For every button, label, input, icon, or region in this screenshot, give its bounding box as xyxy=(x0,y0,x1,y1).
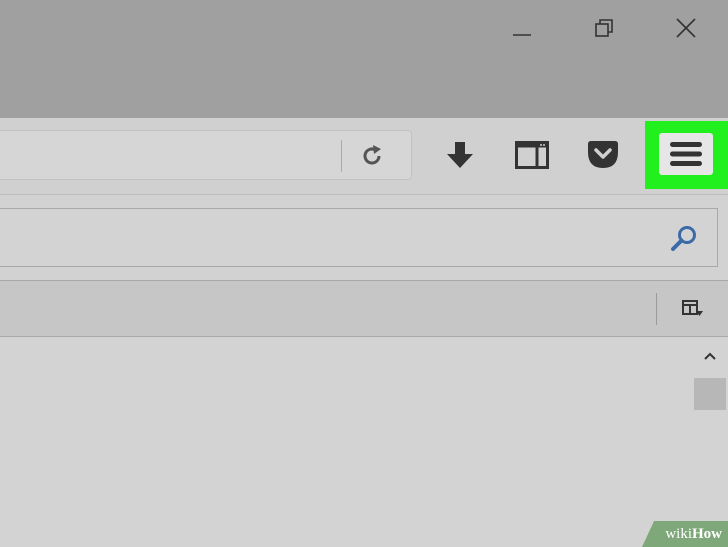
address-bar-separator xyxy=(341,140,342,172)
pocket-icon xyxy=(588,141,618,168)
window-titlebar xyxy=(0,0,728,118)
pocket-button[interactable] xyxy=(579,130,627,180)
watermark-wiki-text: wiki xyxy=(665,525,692,542)
close-icon xyxy=(676,18,696,38)
reload-button[interactable] xyxy=(356,143,390,169)
sidebar-options-icon xyxy=(682,300,703,316)
hamburger-menu-icon xyxy=(670,142,702,166)
search-icon xyxy=(671,226,696,251)
restore-button[interactable] xyxy=(582,8,626,48)
sidebar-header-separator xyxy=(656,293,657,325)
search-input[interactable] xyxy=(4,217,648,259)
scrollbar-thumb[interactable] xyxy=(694,378,726,410)
minimize-button[interactable] xyxy=(500,8,544,48)
address-bar[interactable] xyxy=(0,130,412,180)
search-bar xyxy=(0,208,718,267)
wikihow-watermark: wiki How xyxy=(642,521,728,547)
watermark-how-text: How xyxy=(692,525,722,542)
sidebar-header xyxy=(0,280,728,337)
open-menu-button[interactable] xyxy=(659,133,713,175)
scroll-up-button[interactable] xyxy=(694,340,726,372)
content-area xyxy=(0,337,728,547)
downloads-button[interactable] xyxy=(436,130,484,180)
reload-icon xyxy=(363,145,381,165)
search-button[interactable] xyxy=(667,221,701,255)
navigation-toolbar xyxy=(0,118,728,195)
minimize-icon xyxy=(513,34,531,36)
restore-icon xyxy=(595,19,613,37)
download-arrow-icon xyxy=(447,142,473,168)
close-button[interactable] xyxy=(664,8,708,48)
sidebar-window-icon xyxy=(515,141,549,169)
chevron-up-icon xyxy=(704,352,716,360)
sidebar-button[interactable] xyxy=(508,130,556,180)
sidebar-options-button[interactable] xyxy=(676,293,710,325)
